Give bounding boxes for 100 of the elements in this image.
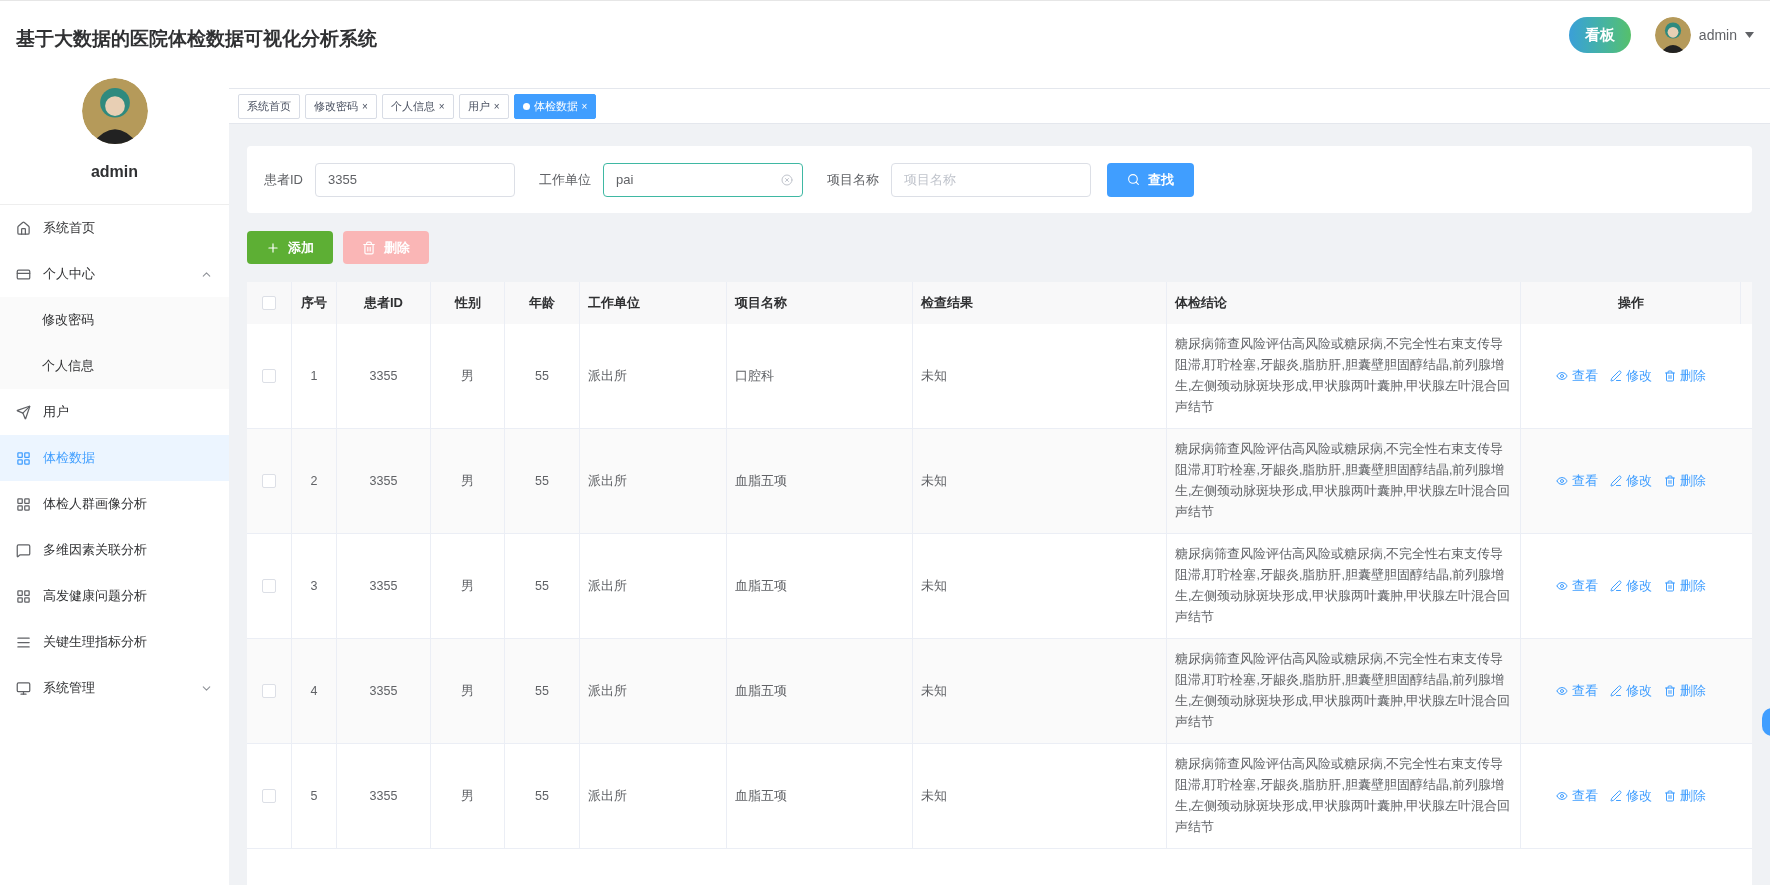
tab-close[interactable]: × — [581, 98, 588, 114]
table-cell-text: 3355 — [369, 577, 398, 595]
menu-item[interactable]: 多维因素关联分析 — [0, 527, 229, 573]
pen-icon — [1610, 580, 1622, 592]
row-action-link[interactable]: 修改 — [1610, 471, 1652, 491]
checkbox[interactable] — [262, 474, 276, 488]
checkbox[interactable] — [262, 789, 276, 803]
tab[interactable]: 体检数据 × — [513, 93, 597, 119]
menu-item[interactable]: 高发健康问题分析 — [0, 573, 229, 619]
add-button[interactable]: 添加 — [247, 231, 333, 264]
menu-icon — [16, 496, 31, 512]
submenu-item[interactable]: 个人信息 — [0, 343, 229, 389]
pen-icon — [1610, 475, 1622, 487]
column-header: 工作单位 — [588, 294, 640, 313]
user-name[interactable]: admin — [1698, 24, 1737, 46]
tab[interactable]: 系统首页 — [238, 93, 300, 119]
table-cell-text: 男 — [461, 682, 474, 700]
trash-icon — [1664, 790, 1676, 802]
table-cell-text: 派出所 — [588, 367, 627, 385]
tab-close[interactable]: × — [362, 98, 368, 114]
tab[interactable]: 用户 × — [458, 93, 509, 119]
table-cell-text: 派出所 — [588, 472, 627, 490]
plus-icon — [266, 240, 280, 255]
trash-icon — [1664, 685, 1676, 697]
table-cell-text: 3355 — [369, 682, 398, 700]
board-button[interactable]: 看板 — [1568, 17, 1631, 53]
table-cell-text: 3355 — [369, 787, 398, 805]
table-cell-text: 55 — [535, 787, 549, 805]
row-action-link[interactable]: 查看 — [1556, 366, 1598, 386]
menu-icon — [16, 588, 31, 604]
clear-icon[interactable] — [781, 173, 793, 186]
tab[interactable]: 修改密码 × — [305, 93, 377, 119]
avatar — [1654, 17, 1691, 53]
column-header: 操作 — [1617, 294, 1644, 313]
avatar — [81, 78, 148, 144]
search-field[interactable]: pai — [603, 162, 803, 197]
menu-icon — [16, 266, 31, 282]
field-label: 工作单位 — [539, 170, 591, 189]
eye-icon — [1556, 475, 1568, 487]
row-action-link[interactable]: 删除 — [1664, 366, 1706, 386]
menu-icon — [16, 450, 31, 466]
menu-item[interactable]: 系统管理 — [0, 665, 229, 711]
menu-item[interactable]: 系统首页 — [0, 205, 229, 251]
eye-icon — [1556, 370, 1568, 382]
table-cell-text: 55 — [535, 367, 549, 385]
search-field[interactable]: 项目名称 — [891, 162, 1091, 197]
pen-icon — [1610, 790, 1622, 802]
checkbox[interactable] — [262, 369, 276, 383]
row-action-link[interactable]: 删除 — [1664, 576, 1706, 596]
checkbox[interactable] — [262, 296, 276, 310]
menu-icon — [16, 404, 31, 420]
caret-icon[interactable] — [1745, 32, 1754, 38]
menu-icon — [16, 542, 31, 558]
table-cell-text: 血脂五项 — [735, 577, 787, 595]
column-header: 项目名称 — [735, 294, 787, 313]
table-cell-text: 未知 — [921, 367, 947, 385]
trash-icon — [1664, 370, 1676, 382]
table-cell-text: 未知 — [921, 472, 947, 490]
row-action-link[interactable]: 修改 — [1610, 576, 1652, 596]
menu-item[interactable]: 个人中心 — [0, 251, 229, 297]
row-action-link[interactable]: 修改 — [1610, 681, 1652, 701]
menu-item[interactable]: 体检人群画像分析 — [0, 481, 229, 527]
eye-icon — [1556, 580, 1568, 592]
menu-item[interactable]: 用户 — [0, 389, 229, 435]
sidebar-user-name: admin — [90, 162, 139, 182]
row-action-link[interactable]: 修改 — [1610, 366, 1652, 386]
table-cell-text: 血脂五项 — [735, 472, 787, 490]
row-action-link[interactable]: 删除 — [1664, 786, 1706, 806]
trash-icon — [1664, 580, 1676, 592]
table-cell-text: 1 — [310, 367, 318, 385]
row-action-link[interactable]: 删除 — [1664, 471, 1706, 491]
search-icon — [1127, 173, 1140, 186]
menu-item[interactable]: 体检数据 — [0, 435, 229, 481]
row-action-link[interactable]: 查看 — [1556, 681, 1598, 701]
search-button[interactable]: 查找 — [1107, 162, 1194, 197]
eye-icon — [1556, 685, 1568, 697]
tab-close[interactable]: × — [493, 98, 500, 114]
search-field[interactable]: 3355 — [315, 162, 515, 197]
table-cell-text: 2 — [310, 472, 318, 490]
table-cell-text: 未知 — [921, 787, 947, 805]
row-action-link[interactable]: 查看 — [1556, 576, 1598, 596]
submenu-item[interactable]: 修改密码 — [0, 297, 229, 343]
row-action-link[interactable]: 删除 — [1664, 681, 1706, 701]
table-cell-text: 糖尿病筛查风险评估高风险或糖尿病,不完全性右束支传导阻滞,耵聍栓塞,牙龈炎,脂肪肝,胆囊壁胆固醇结晶,前列腺增生,左侧颈动脉斑块形成,甲状腺两叶囊肿,甲状腺左叶混合回声结节 — [1175, 546, 1512, 626]
tab[interactable]: 个人信息 × — [381, 93, 454, 119]
checkbox[interactable] — [262, 684, 276, 698]
row-action-link[interactable]: 查看 — [1556, 471, 1598, 491]
menu-item[interactable]: 关键生理指标分析 — [0, 619, 229, 665]
table-cell-text: 糖尿病筛查风险评估高风险或糖尿病,不完全性右束支传导阻滞,耵聍栓塞,牙龈炎,脂肪肝,胆囊壁胆固醇结晶,前列腺增生,左侧颈动脉斑块形成,甲状腺两叶囊肿,甲状腺左叶混合回声结节 — [1175, 441, 1512, 521]
checkbox[interactable] — [262, 579, 276, 593]
table-cell-text: 3355 — [369, 367, 398, 385]
menu-icon — [16, 634, 31, 650]
column-header: 年龄 — [529, 294, 555, 313]
table-cell-text: 男 — [461, 367, 474, 385]
field-label: 患者ID — [264, 170, 303, 189]
table-cell-text: 55 — [535, 472, 549, 490]
tab-close[interactable]: × — [438, 98, 445, 114]
row-action-link[interactable]: 查看 — [1556, 786, 1598, 806]
row-action-link[interactable]: 修改 — [1610, 786, 1652, 806]
column-header: 性别 — [454, 294, 481, 313]
